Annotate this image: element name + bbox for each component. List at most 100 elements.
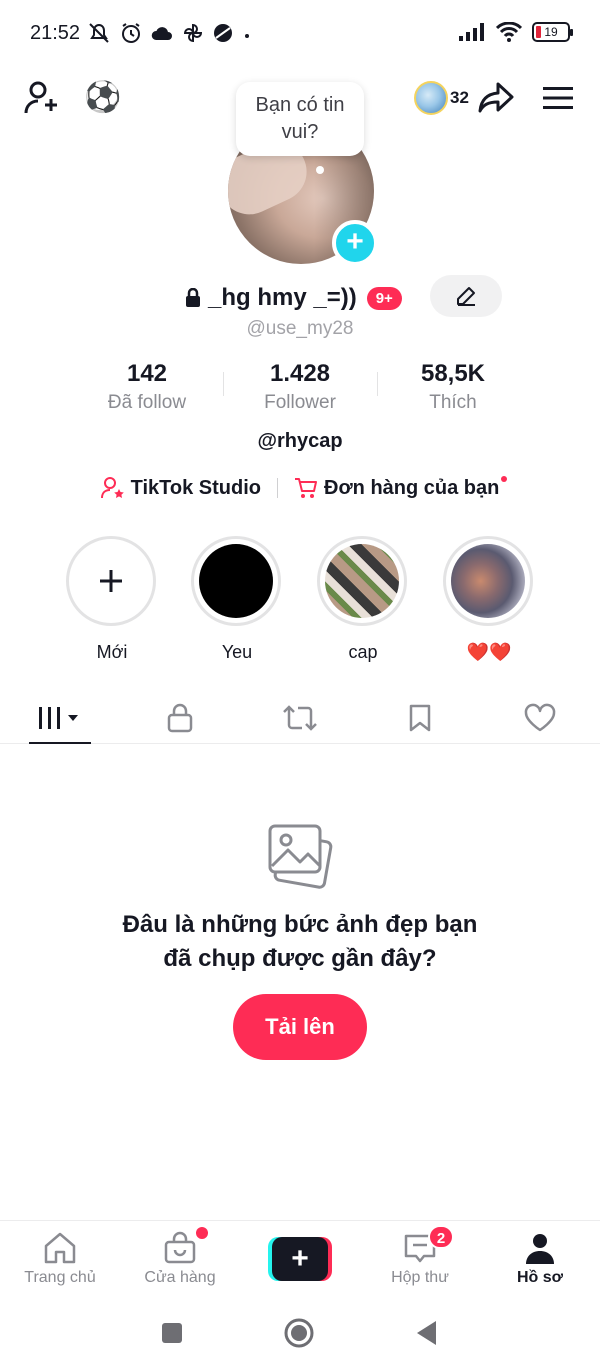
friend-avatar <box>414 81 448 115</box>
tab-reposts[interactable] <box>240 692 360 743</box>
inbox-badge: 2 <box>428 1225 454 1249</box>
planet-icon <box>214 24 232 42</box>
highlight-cap[interactable]: cap <box>317 536 409 663</box>
signal-icon <box>459 23 484 41</box>
battery-level: 19 <box>544 25 558 39</box>
empty-state-line2: đã chụp được gần đây? <box>163 945 437 972</box>
name-row: _hg hmy _=)) 9+ <box>184 280 402 316</box>
shopping-bag-icon <box>164 1231 196 1264</box>
plus-icon: + <box>272 1237 328 1281</box>
user-star-icon <box>100 477 124 499</box>
edit-profile-button[interactable] <box>430 275 502 317</box>
bubble-text-line1: Bạn có tin <box>255 94 345 116</box>
nav-home-label: Trang chủ <box>24 1269 96 1286</box>
grid-filter-icon <box>39 706 78 729</box>
empty-state-text: Đâu là những bức ảnh đẹp bạn đã chụp đượ… <box>0 908 600 976</box>
orders-notification-dot <box>501 476 508 482</box>
stat-followers-value: 1.428 <box>269 360 331 387</box>
highlight-ring <box>191 536 281 626</box>
repost-icon <box>283 704 317 731</box>
stat-following-label: Đã follow <box>107 392 187 413</box>
tab-posts[interactable] <box>0 692 120 743</box>
lock-icon <box>186 288 200 307</box>
display-name[interactable]: _hg hmy _=)) <box>208 284 357 312</box>
orders-link[interactable]: Đơn hàng của bạn <box>294 476 508 500</box>
share-profile-button[interactable] <box>476 78 516 118</box>
soccer-ball-icon[interactable]: ⚽ <box>84 80 121 116</box>
stat-likes-value: 58,5K <box>420 360 486 387</box>
wifi-icon <box>496 22 522 42</box>
nav-shop[interactable]: Cửa hàng <box>120 1221 240 1298</box>
empty-state-line1: Đâu là những bức ảnh đẹp bạn <box>122 911 478 938</box>
friends-count: 32 <box>450 88 469 107</box>
cloud-icon <box>151 27 172 40</box>
battery-icon: 19 <box>532 22 573 42</box>
nav-profile-label: Hồ sơ <box>516 1269 564 1286</box>
tiktok-studio-link[interactable]: TikTok Studio <box>100 476 262 500</box>
nav-shop-label: Cửa hàng <box>144 1269 216 1286</box>
status-icons-left <box>86 22 252 44</box>
shop-notification-dot <box>196 1227 208 1239</box>
recent-apps-icon[interactable] <box>160 1321 184 1345</box>
bubble-text-line2: vui? <box>281 121 319 143</box>
system-navigation <box>0 1298 600 1367</box>
tab-liked[interactable] <box>480 692 600 743</box>
highlight-thumbnail <box>199 544 273 618</box>
highlight-thumbnail <box>325 544 399 618</box>
dot-icon <box>245 34 249 38</box>
upload-button[interactable]: Tải lên <box>233 994 367 1060</box>
pinwheel-icon <box>183 23 203 43</box>
home-circle-icon[interactable] <box>283 1317 315 1349</box>
stat-following[interactable]: 142 Đã follow <box>70 360 224 414</box>
status-bubble[interactable]: Bạn có tin vui? <box>236 82 364 156</box>
stat-following-value: 142 <box>126 360 168 387</box>
highlight-label: cap <box>348 642 378 662</box>
cart-icon <box>295 478 318 498</box>
tab-private[interactable] <box>120 692 240 743</box>
bubble-tail <box>316 166 324 174</box>
highlight-ring <box>443 536 533 626</box>
highlight-ring <box>66 536 156 626</box>
highlight-thumbnail <box>451 544 525 618</box>
highlight-hearts[interactable]: ❤️❤️ <box>443 536 535 663</box>
nav-home[interactable]: Trang chủ <box>0 1221 120 1298</box>
nav-profile[interactable]: Hồ sơ <box>480 1221 600 1298</box>
nav-inbox-label: Hộp thư <box>391 1269 449 1286</box>
add-story-button[interactable]: + <box>332 220 378 266</box>
back-icon[interactable] <box>414 1319 440 1347</box>
notification-badge[interactable]: 9+ <box>366 286 402 310</box>
plus-icon <box>100 570 122 592</box>
stat-followers[interactable]: 1.428 Follower <box>223 360 377 414</box>
add-friend-button[interactable] <box>22 78 62 118</box>
highlight-label: Yeu <box>221 642 253 662</box>
nav-inbox[interactable]: 2 Hộp thư <box>360 1221 480 1298</box>
bottom-navigation: Trang chủ Cửa hàng + 2 Hộp thư Hồ sơ <box>0 1220 600 1298</box>
highlight-label: Mới <box>96 642 128 662</box>
profile-icon <box>526 1234 554 1264</box>
lock-outline-icon <box>167 703 193 732</box>
pencil-icon <box>457 287 475 306</box>
share-icon <box>478 82 514 113</box>
mute-icon <box>89 23 109 43</box>
alarm-icon <box>122 23 140 43</box>
heart-icon <box>524 703 556 731</box>
create-button[interactable]: + <box>268 1237 332 1281</box>
stat-likes[interactable]: 58,5K Thích <box>376 360 530 414</box>
highlight-new[interactable]: Mới <box>66 536 158 663</box>
stat-likes-label: Thích <box>429 392 477 413</box>
nav-create[interactable]: + <box>240 1221 360 1298</box>
friends-activity-button[interactable]: 32 <box>414 78 478 118</box>
add-user-icon <box>24 81 57 114</box>
status-icons-right: 19 <box>458 22 573 42</box>
tiktok-studio-label: TikTok Studio <box>130 476 262 499</box>
highlight-yeu[interactable]: Yeu <box>191 536 283 663</box>
menu-button[interactable] <box>538 78 578 118</box>
home-icon <box>44 1232 76 1264</box>
tab-saved[interactable] <box>360 692 480 743</box>
photos-icon <box>264 820 336 892</box>
bio-text[interactable]: @rhycap <box>0 430 600 453</box>
content-tabs <box>0 692 600 744</box>
hamburger-menu-icon <box>543 87 573 109</box>
profile-links: TikTok Studio Đơn hàng của bạn <box>0 476 600 500</box>
link-divider <box>277 478 279 498</box>
